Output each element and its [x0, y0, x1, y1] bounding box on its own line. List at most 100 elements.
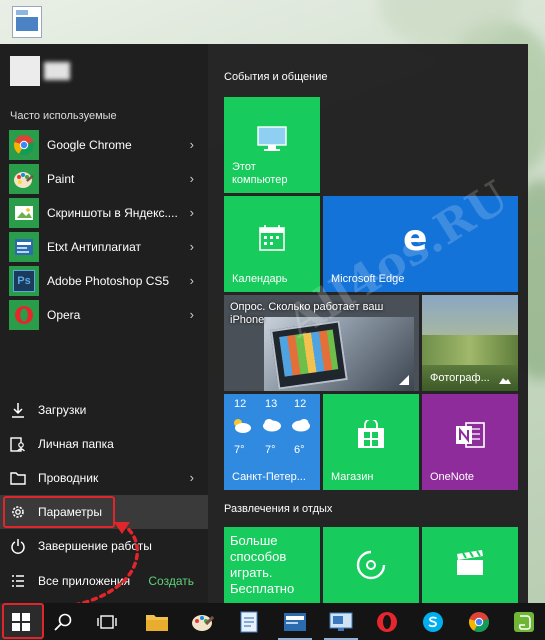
photoshop-icon: Ps	[9, 266, 39, 296]
photo-landscape	[422, 335, 518, 365]
all-apps-icon	[8, 571, 28, 591]
photos-icon	[499, 378, 511, 384]
tile-weather[interactable]: 12 13 12 7° 7° 6° Санкт-Петер...	[224, 394, 320, 490]
personal-folder-item[interactable]: Личная папка	[0, 427, 208, 461]
taskbar	[0, 603, 545, 640]
start-highlight-box	[2, 603, 44, 639]
taskbar-chrome[interactable]	[458, 603, 500, 640]
app-item-paint[interactable]: Paint ›	[0, 162, 208, 196]
user-avatar[interactable]	[10, 56, 40, 86]
file-explorer-icon	[146, 614, 168, 631]
cloudy-icon	[263, 419, 281, 432]
weather-day1-low: 7°	[234, 444, 245, 456]
evernote-icon	[514, 611, 534, 632]
taskbar-search-button[interactable]	[42, 603, 84, 640]
taskbar-evernote[interactable]	[503, 603, 545, 640]
tile-label: Календарь	[232, 273, 288, 285]
photoshop-glyph: Ps	[13, 270, 35, 292]
most-used-label: Часто используемые	[10, 110, 117, 122]
chevron-right-icon[interactable]: ›	[190, 273, 194, 288]
tile-label: Магазин	[331, 471, 374, 483]
cloudy-icon	[292, 419, 310, 432]
power-icon	[8, 536, 28, 556]
opera-icon	[9, 300, 39, 330]
taskbar-notepad[interactable]	[228, 603, 270, 640]
tile-label: Этот компьютер	[232, 161, 288, 186]
taskbar-remote-desktop[interactable]	[320, 603, 362, 640]
weather-day1-high: 12	[234, 398, 247, 410]
app-label: Скриншоты в Яндекс....	[47, 206, 178, 220]
taskbar-paint[interactable]	[182, 603, 224, 640]
tile-store[interactable]: Магазин	[323, 394, 419, 490]
app-item-photoshop[interactable]: Ps Adobe Photoshop CS5 ›	[0, 264, 208, 298]
store-icon	[358, 420, 384, 448]
chevron-right-icon[interactable]: ›	[190, 470, 194, 485]
chrome-icon	[469, 611, 489, 632]
sys-label: Проводник	[38, 471, 99, 485]
app-label: Paint	[47, 172, 75, 186]
tile-movies[interactable]	[422, 527, 518, 603]
opera-icon	[377, 611, 397, 632]
download-icon	[8, 400, 28, 420]
tile-group-label: События и общение	[224, 71, 328, 83]
tile-label: Санкт-Петер...	[232, 471, 306, 483]
explorer-item[interactable]: Проводник ›	[0, 461, 208, 495]
desktop-file-icon[interactable]	[12, 6, 42, 38]
app-item-opera[interactable]: Opera ›	[0, 298, 208, 332]
task-view-button[interactable]	[86, 603, 128, 640]
weather-day3-high: 12	[294, 398, 307, 410]
task-view-icon	[97, 614, 117, 629]
taskbar-skype[interactable]	[412, 603, 454, 640]
explorer-icon	[8, 468, 28, 488]
personal-folder-icon	[8, 434, 28, 454]
tile-group-label: Развлечения и отдых	[224, 503, 333, 515]
taskbar-file-explorer[interactable]	[136, 603, 178, 640]
chevron-right-icon[interactable]: ›	[190, 137, 194, 152]
taskbar-opera[interactable]	[366, 603, 408, 640]
etxt-icon	[9, 232, 39, 262]
monitor-icon	[257, 126, 287, 151]
paint-icon	[9, 164, 39, 194]
tile-photos[interactable]: Фотограф...	[422, 295, 518, 391]
paint-icon	[192, 614, 215, 631]
tile-onenote[interactable]: OneNote	[422, 394, 518, 490]
create-link[interactable]: Создать	[148, 574, 194, 588]
notepad-icon	[240, 611, 258, 632]
tile-this-pc[interactable]: Этот компьютер	[224, 97, 320, 193]
sys-label: Личная папка	[38, 437, 114, 451]
downloads-item[interactable]: Загрузки	[0, 393, 208, 427]
tile-xbox[interactable]: Больше способов играть. Бесплатно	[224, 527, 320, 603]
tile-label: Фотограф...	[430, 372, 490, 384]
app-label: Opera	[47, 308, 81, 322]
chevron-right-icon[interactable]: ›	[190, 307, 194, 322]
calendar-icon	[259, 225, 285, 251]
chrome-icon	[9, 130, 39, 160]
app-label: Adobe Photoshop CS5	[47, 274, 170, 288]
search-icon	[54, 613, 72, 631]
onenote-icon	[456, 422, 485, 448]
app-item-yandex-screenshots[interactable]: Скриншоты в Яндекс.... ›	[0, 196, 208, 230]
yandex-screenshot-icon	[9, 198, 39, 228]
weather-day2-high: 13	[265, 398, 278, 410]
tile-calendar[interactable]: Календарь	[224, 196, 320, 292]
news-badge-icon	[399, 375, 409, 385]
tile-groove[interactable]	[323, 527, 419, 603]
sys-label: Загрузки	[38, 403, 87, 417]
partly-cloudy-icon	[234, 419, 251, 433]
app-label: Etxt Антиплагиат	[47, 240, 141, 254]
chevron-right-icon[interactable]: ›	[190, 205, 194, 220]
xbox-promo-text: Больше способов играть. Бесплатно	[230, 533, 295, 596]
app-item-google-chrome[interactable]: Google Chrome ›	[0, 128, 208, 162]
user-name[interactable]	[44, 62, 70, 80]
weather-day2-low: 7°	[265, 444, 276, 456]
groove-music-icon	[356, 549, 387, 580]
clapperboard-icon	[457, 550, 483, 575]
weather-day3-low: 6°	[294, 444, 305, 456]
app-item-etxt[interactable]: Etxt Антиплагиат ›	[0, 230, 208, 264]
etxt-icon	[284, 612, 306, 631]
taskbar-etxt[interactable]	[274, 603, 316, 640]
chevron-right-icon[interactable]: ›	[190, 239, 194, 254]
chevron-right-icon[interactable]: ›	[190, 171, 194, 186]
tile-label: OneNote	[430, 471, 475, 483]
skype-icon	[423, 611, 443, 632]
